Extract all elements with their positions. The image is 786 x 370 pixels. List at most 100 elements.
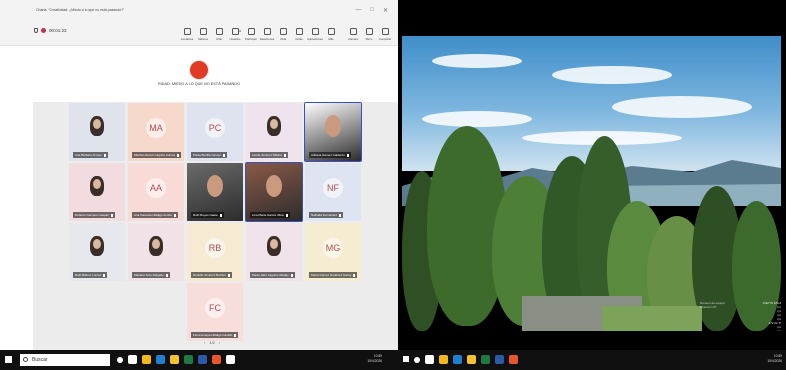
gallery-pager: ‹ 1/2 › xyxy=(204,340,220,345)
participant-avatar-photo xyxy=(267,116,281,136)
edge-icon[interactable] xyxy=(453,355,462,364)
taskbar-left: Buscar 10:59 15/4/2026 xyxy=(0,350,398,370)
chevron-left-icon[interactable]: ‹ xyxy=(204,340,205,345)
excel-icon[interactable] xyxy=(184,355,193,364)
participant-tile[interactable]: PC Paula Bonilla Campo xyxy=(187,103,243,161)
participant-name: Lina María García Ulloa xyxy=(252,213,284,217)
excel-icon[interactable] xyxy=(481,355,490,364)
mic-muted-icon xyxy=(177,153,180,157)
search-icon xyxy=(23,357,28,362)
toolbar-label: Participar xyxy=(245,37,257,41)
breakout-icon xyxy=(199,28,207,35)
participant-name-label: Paula Bonilla Campo xyxy=(191,152,228,158)
edge-icon[interactable] xyxy=(156,355,165,364)
pager-text: 1/2 xyxy=(209,340,215,345)
toolbar-camera-button[interactable]: Cámara xyxy=(345,24,361,44)
participant-tile[interactable]: MA Maribel Alarcón Higuita Jaimes xyxy=(128,103,184,161)
participant-tile[interactable]: RB Rodolfo Jiménez Barrios xyxy=(187,223,243,281)
participant-tile[interactable]: Ruth Blanco Lomes xyxy=(69,223,125,281)
toolbar-share-button[interactable]: Compartir xyxy=(377,24,393,44)
window-title: Charla: "Creatividad: ¿Miedo a lo que no… xyxy=(36,8,125,12)
task-view-icon[interactable] xyxy=(117,357,123,363)
powerpoint-icon[interactable] xyxy=(509,355,518,364)
meeting-timer-text: 00:01:23 xyxy=(49,28,67,33)
chat-icon xyxy=(215,28,223,35)
system-info-value: (none) xyxy=(777,329,781,331)
participant-tile[interactable]: Lenda Jiménez Milano xyxy=(246,103,302,161)
folder-icon[interactable] xyxy=(467,355,476,364)
participant-name-label: Lenda Jiménez Milano xyxy=(250,152,289,158)
system-tray-left[interactable]: 10:59 15/4/2026 xyxy=(367,354,382,364)
more-icon xyxy=(327,28,335,35)
participant-name-label: Rodolfo Jiménez Barrios xyxy=(191,272,232,278)
task-view-icon[interactable] xyxy=(425,355,434,364)
participant-tile[interactable]: Paula Jairo Laguna Hidalgo xyxy=(246,223,302,281)
toolbar-mic-button[interactable]: Micro xyxy=(361,24,377,44)
participant-name: Nathalia Fernández xyxy=(311,213,338,217)
chrome-icon[interactable] xyxy=(142,355,151,364)
participant-tile[interactable]: Ana Bárbara Amayo xyxy=(69,103,125,161)
toolbar-label: Reacciones xyxy=(259,37,275,41)
participant-tile[interactable]: Lina María García Ulloa xyxy=(245,162,303,222)
participant-name: María Gómez Gutiérrez Garay xyxy=(311,273,352,277)
toolbar-reactions-button[interactable]: Reacciones xyxy=(259,24,275,44)
tray-date: 15/4/2026 xyxy=(367,359,382,363)
toolbar-notes-button[interactable]: Notas xyxy=(291,24,307,44)
windows-start-icon[interactable] xyxy=(5,356,12,363)
mic-icon xyxy=(365,28,373,35)
mic-muted-icon xyxy=(103,153,106,157)
participant-tile[interactable]: AA Ana Vanessa Hidalgo Acuña xyxy=(128,163,184,221)
participant-name: Mariana Soto Delgado xyxy=(134,273,164,277)
toolbar-people-button[interactable]: Usuarios 34 xyxy=(227,24,243,44)
toolbar-chat-button[interactable]: Chat xyxy=(211,24,227,44)
toolbar-contacts-button[interactable]: Contactos xyxy=(179,24,195,44)
participant-name-label: Mariana Soto Delgado xyxy=(132,272,170,278)
participant-tile[interactable]: Mariana Soto Delgado xyxy=(128,223,184,281)
participant-tile[interactable]: FC Fiona Amaya Hidalgo Cantillo xyxy=(187,283,243,341)
participant-tile[interactable]: MG María Gómez Gutiérrez Garay xyxy=(305,223,361,281)
participant-avatar-photo xyxy=(90,176,104,196)
folder-icon[interactable] xyxy=(170,355,179,364)
toolbar-view-button[interactable]: Vista xyxy=(275,24,291,44)
toolbar-label: Chat xyxy=(216,37,222,41)
word-icon[interactable] xyxy=(198,355,207,364)
participant-name: Maribel Alarcón Higuita Jaimes xyxy=(134,153,176,157)
windows-start-icon[interactable] xyxy=(403,356,409,362)
participant-name: Paula Bonilla Campo xyxy=(193,153,222,157)
toolbar-raise-hand-button[interactable]: Participar xyxy=(243,24,259,44)
taskbar-right: 10:59 15/4/2026 xyxy=(398,350,786,370)
file-explorer-icon[interactable] xyxy=(128,355,137,364)
taskbar-search[interactable]: Buscar xyxy=(20,354,110,366)
close-button[interactable]: ✕ xyxy=(383,7,388,14)
mic-muted-icon xyxy=(103,273,106,277)
toolbar-apps-button[interactable]: Aplicaciones xyxy=(307,24,323,44)
participant-name: Ana Vanessa Hidalgo Acuña xyxy=(134,213,172,217)
chevron-right-icon[interactable]: › xyxy=(219,340,220,345)
mic-muted-icon xyxy=(339,213,342,217)
content-stage: RIDAD: MIEDO A LO QUE NO ESTÁ PASANDO xyxy=(0,47,398,102)
mic-muted-icon xyxy=(173,213,176,217)
participant-tile[interactable]: Adriana Gómez Calderón xyxy=(304,102,362,162)
participant-name: Ana Bárbara Amayo xyxy=(75,153,102,157)
presenter-avatar xyxy=(189,60,209,80)
toolbar-more-button[interactable]: Más xyxy=(323,24,339,44)
maximize-button[interactable]: □ xyxy=(370,7,374,14)
participant-name-label: Maribel Alarcón Higuita Jaimes xyxy=(132,152,182,158)
word-icon[interactable] xyxy=(495,355,504,364)
search-icon[interactable] xyxy=(414,357,420,363)
toolbar-breakout-button[interactable]: Salones xyxy=(195,24,211,44)
participant-tile[interactable]: NF Nathalia Fernández xyxy=(305,163,361,221)
participant-tile[interactable]: Roberto Campos Gaspari xyxy=(69,163,125,221)
participant-name: Lenda Jiménez Milano xyxy=(252,153,283,157)
system-info-key: Dirección IP: xyxy=(700,305,718,309)
powerpoint-icon[interactable] xyxy=(212,355,221,364)
zoom-icon[interactable] xyxy=(226,355,235,364)
notes-icon xyxy=(295,28,303,35)
system-tray-right[interactable]: 10:59 15/4/2026 xyxy=(767,354,782,364)
contacts-icon xyxy=(183,28,191,35)
mic-muted-icon xyxy=(285,213,288,217)
chrome-icon[interactable] xyxy=(439,355,448,364)
participant-tile[interactable]: Ruth Reyes Gaete xyxy=(187,163,243,221)
participant-initials: RB xyxy=(205,238,225,258)
minimize-button[interactable]: — xyxy=(355,7,361,14)
